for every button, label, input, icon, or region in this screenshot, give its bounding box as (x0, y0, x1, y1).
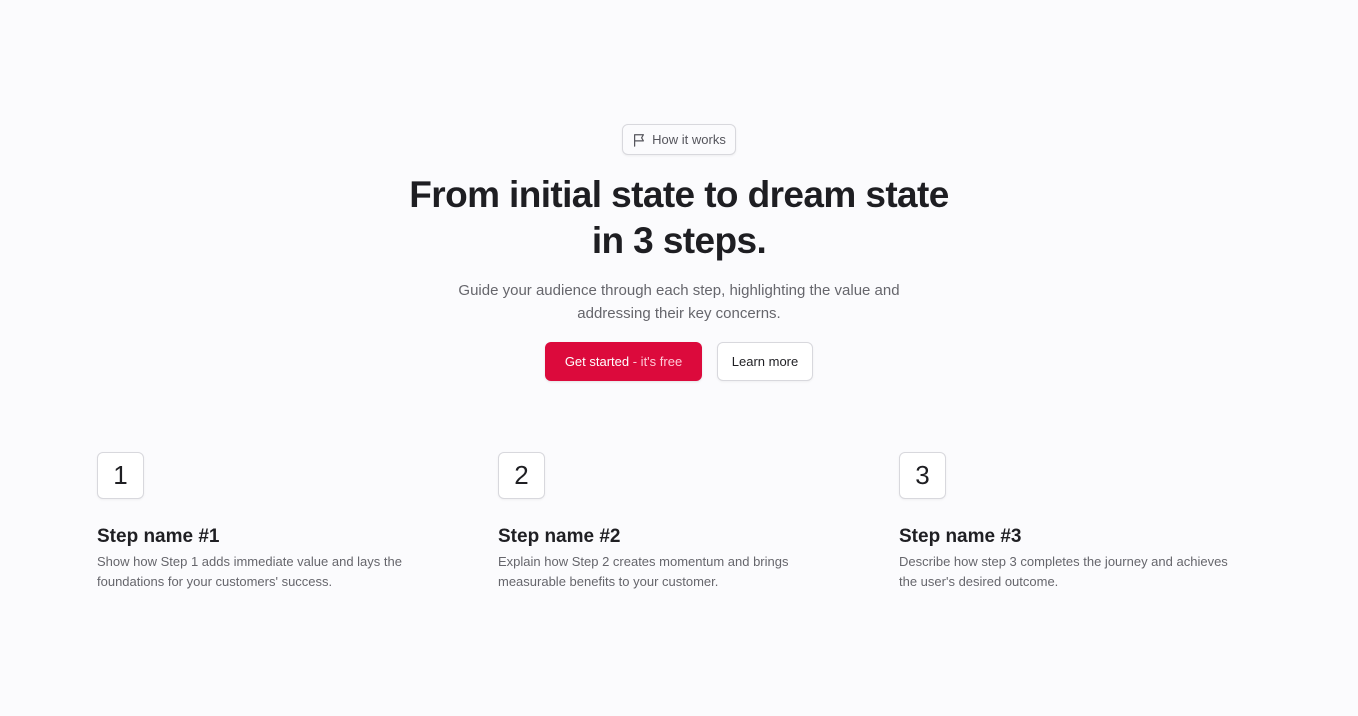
step-title: Step name #2 (498, 526, 621, 547)
step-number-badge: 1 (97, 452, 144, 499)
get-started-button[interactable]: Get started - it's free (545, 342, 702, 381)
get-started-suffix: - it's free (629, 354, 683, 369)
step-description: Show how Step 1 adds immediate value and… (97, 554, 402, 589)
how-it-works-badge: How it works (622, 124, 736, 155)
step-description: Describe how step 3 completes the journe… (899, 554, 1228, 589)
step-description: Explain how Step 2 creates momentum and … (498, 554, 789, 589)
badge-label: How it works (652, 132, 726, 147)
learn-more-button[interactable]: Learn more (717, 342, 813, 381)
step-number-badge: 3 (899, 452, 946, 499)
hero-section: How it works From initial state to dream… (0, 124, 1358, 381)
page-title: From initial state to dream state in 3 s… (409, 174, 949, 261)
step-3: 3 Step name #3 Describe how step 3 compl… (899, 452, 1300, 592)
step-title: Step name #3 (899, 526, 1022, 547)
step-title: Step name #1 (97, 526, 220, 547)
page: How it works From initial state to dream… (0, 0, 1358, 716)
step-number-badge: 2 (498, 452, 545, 499)
steps-section: 1 Step name #1 Show how Step 1 adds imme… (97, 452, 1300, 592)
page-subtitle: Guide your audience through each step, h… (458, 282, 900, 322)
step-1: 1 Step name #1 Show how Step 1 adds imme… (97, 452, 498, 592)
flag-icon (632, 133, 646, 147)
cta-row: Get started - it's free Learn more (545, 342, 813, 381)
step-2: 2 Step name #2 Explain how Step 2 create… (498, 452, 899, 592)
get-started-label: Get started (564, 354, 630, 369)
